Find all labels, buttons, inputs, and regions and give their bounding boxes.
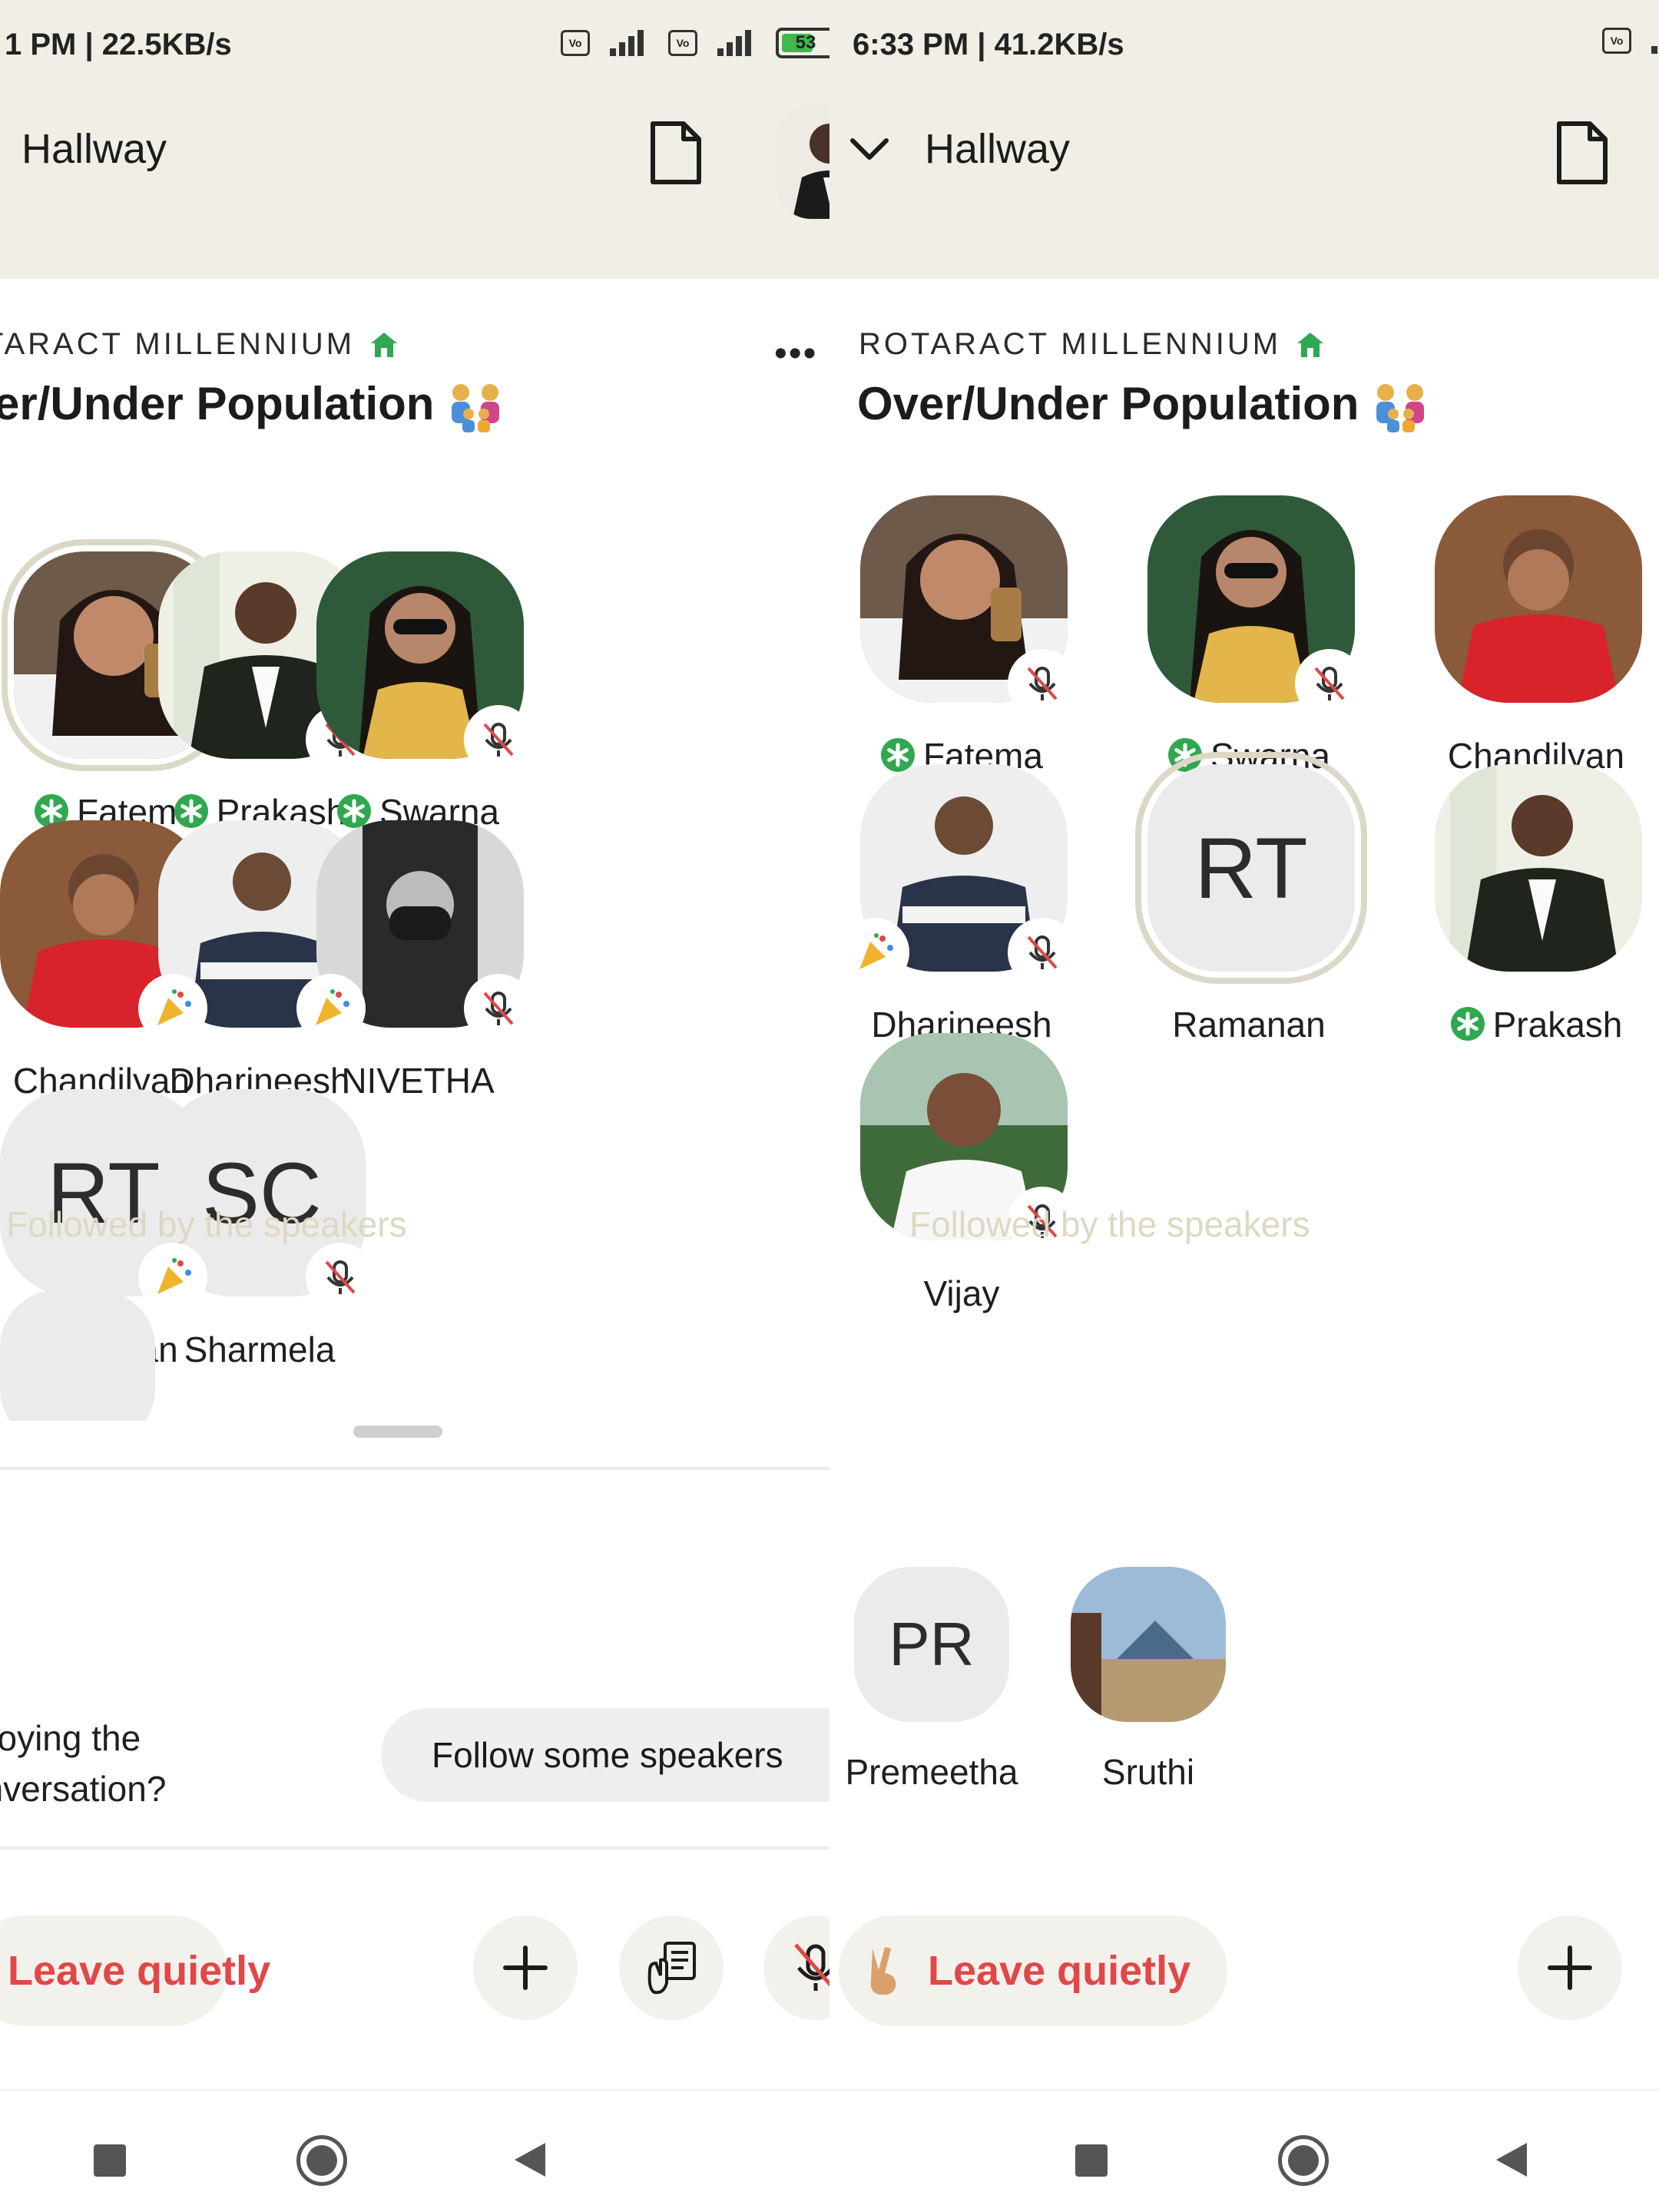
speaker-vijay[interactable]: Vijay bbox=[839, 1033, 1077, 1356]
raise-hand-icon bbox=[647, 1942, 696, 1995]
room-title: Over/Under Population bbox=[0, 377, 505, 434]
speaker-avatar[interactable] bbox=[1435, 764, 1642, 972]
club-name: ROTARACT MILLENNIUM bbox=[0, 327, 356, 361]
more-options-icon[interactable]: ••• bbox=[774, 333, 817, 375]
follower-name: Sruthi bbox=[1101, 1752, 1195, 1792]
drag-handle[interactable] bbox=[353, 1426, 442, 1438]
speaker-avatar[interactable]: RT bbox=[1135, 752, 1367, 984]
follow-speakers-button[interactable]: Follow some speakers bbox=[381, 1708, 830, 1802]
party-popper-icon bbox=[138, 974, 207, 1043]
peace-hand-icon bbox=[870, 1947, 896, 1995]
followed-label: Followed by the speakers bbox=[909, 1204, 1310, 1244]
profile-avatar[interactable] bbox=[776, 104, 830, 219]
house-icon bbox=[371, 332, 398, 357]
speaker-ramanan[interactable]: RT Ramanan bbox=[1126, 752, 1367, 1087]
divider bbox=[0, 1467, 830, 1470]
home-icon[interactable] bbox=[296, 2135, 347, 2186]
system-nav-bar bbox=[830, 2089, 1659, 2212]
speaker-name: Prakash bbox=[1413, 1004, 1659, 1045]
right-panel: 6:33 PM | 41.2KB/s Vo Vo Hallway bbox=[830, 0, 1659, 2212]
battery-icon: 53 bbox=[776, 28, 830, 58]
club-row[interactable]: ROTARACT MILLENNIUM bbox=[859, 327, 1326, 362]
mic-off-icon bbox=[1008, 649, 1077, 718]
volte-icon: Vo bbox=[668, 30, 697, 56]
chevron-down-icon[interactable] bbox=[846, 127, 892, 173]
party-popper-icon bbox=[840, 918, 909, 987]
mic-off-icon bbox=[1008, 918, 1077, 987]
left-panel: 1 PM | 22.5KB/s Vo Vo 53 Hallway ARACT M… bbox=[0, 0, 830, 2212]
follower-sruthi[interactable]: Sruthi bbox=[1055, 1567, 1247, 1813]
back-icon[interactable] bbox=[1496, 2143, 1527, 2177]
leave-quietly-button[interactable]: Leave quietly bbox=[0, 1916, 270, 2026]
follower-name: Premeetha bbox=[845, 1752, 1018, 1792]
room-title: Over/Under Population bbox=[857, 377, 1430, 434]
plus-icon bbox=[503, 1945, 548, 1990]
room-header: Hallway bbox=[830, 96, 1659, 279]
follower-avatar[interactable]: PR bbox=[854, 1567, 1009, 1722]
speaker-initials: RT bbox=[1147, 764, 1355, 972]
add-button[interactable] bbox=[1518, 1916, 1622, 2020]
plus-icon bbox=[1548, 1945, 1592, 1990]
status-text: 6:33 PM | 41.2KB/s bbox=[853, 28, 1124, 61]
speaker-name: Sharmela bbox=[184, 1330, 336, 1369]
raise-hand-button[interactable] bbox=[619, 1916, 724, 2020]
followed-label: Followed by the speakers bbox=[6, 1204, 407, 1244]
speaker-name: Ramanan bbox=[1172, 1005, 1326, 1045]
follower-avatar[interactable] bbox=[1071, 1567, 1226, 1722]
volte-icon: Vo bbox=[561, 30, 590, 56]
signal-icon bbox=[710, 30, 763, 56]
club-name: ROTARACT MILLENNIUM bbox=[859, 327, 1282, 361]
status-bar: 6:33 PM | 41.2KB/s Vo Vo bbox=[830, 0, 1659, 96]
hallway-title[interactable]: Hallway bbox=[925, 125, 1070, 173]
mic-off-icon bbox=[464, 705, 533, 774]
club-row[interactable]: ROTARACT MILLENNIUM bbox=[0, 327, 399, 362]
mic-off-icon bbox=[794, 1943, 830, 1991]
back-icon[interactable] bbox=[515, 2143, 545, 2177]
recents-icon[interactable] bbox=[94, 2144, 126, 2177]
mic-off-icon bbox=[464, 974, 533, 1043]
family-emoji-icon bbox=[1376, 384, 1425, 433]
divider bbox=[0, 1846, 830, 1849]
add-button[interactable] bbox=[473, 1916, 578, 2020]
family-emoji-icon bbox=[452, 384, 500, 433]
hallway-title[interactable]: Hallway bbox=[22, 125, 167, 173]
house-icon bbox=[1297, 332, 1324, 357]
system-nav-bar bbox=[0, 2089, 830, 2212]
speaker-prakash[interactable]: Prakash bbox=[1413, 764, 1644, 1087]
speaker-sharmela[interactable]: SC Sharmela bbox=[137, 1089, 375, 1412]
speaker-name: Vijay bbox=[923, 1273, 1000, 1313]
signal-icon bbox=[602, 30, 656, 56]
follower-avatar-partial[interactable] bbox=[0, 1290, 155, 1421]
status-text: 1 PM | 22.5KB/s bbox=[5, 28, 232, 61]
follower-premeetha[interactable]: PR Premeetha bbox=[839, 1567, 1031, 1813]
split-screenshot: 1 PM | 22.5KB/s Vo Vo 53 Hallway ARACT M… bbox=[0, 0, 1659, 2212]
room-title-text: Over/Under Population bbox=[0, 378, 435, 429]
recents-icon[interactable] bbox=[1075, 2144, 1108, 2177]
speaker-avatar[interactable] bbox=[1435, 495, 1642, 703]
home-icon[interactable] bbox=[1278, 2135, 1329, 2186]
document-icon[interactable] bbox=[648, 119, 704, 187]
mic-off-icon bbox=[306, 1243, 375, 1312]
mic-off-icon bbox=[1295, 649, 1364, 718]
room-header: Hallway bbox=[0, 96, 830, 279]
party-popper-icon bbox=[296, 974, 366, 1043]
status-icons: Vo Vo 53 bbox=[561, 28, 830, 58]
room-title-text: Over/Under Population bbox=[857, 378, 1359, 429]
volte-icon: Vo bbox=[1602, 28, 1631, 54]
status-icons: Vo Vo bbox=[1602, 28, 1659, 54]
leave-quietly-button[interactable]: Leave quietly bbox=[839, 1916, 1227, 2026]
moderator-asterisk-icon bbox=[1450, 1007, 1485, 1041]
status-bar: 1 PM | 22.5KB/s Vo Vo 53 bbox=[0, 0, 830, 96]
document-icon[interactable] bbox=[1555, 119, 1610, 187]
signal-icon bbox=[1644, 28, 1659, 54]
sheet-question: Enjoying the conversation? bbox=[0, 1718, 167, 1809]
